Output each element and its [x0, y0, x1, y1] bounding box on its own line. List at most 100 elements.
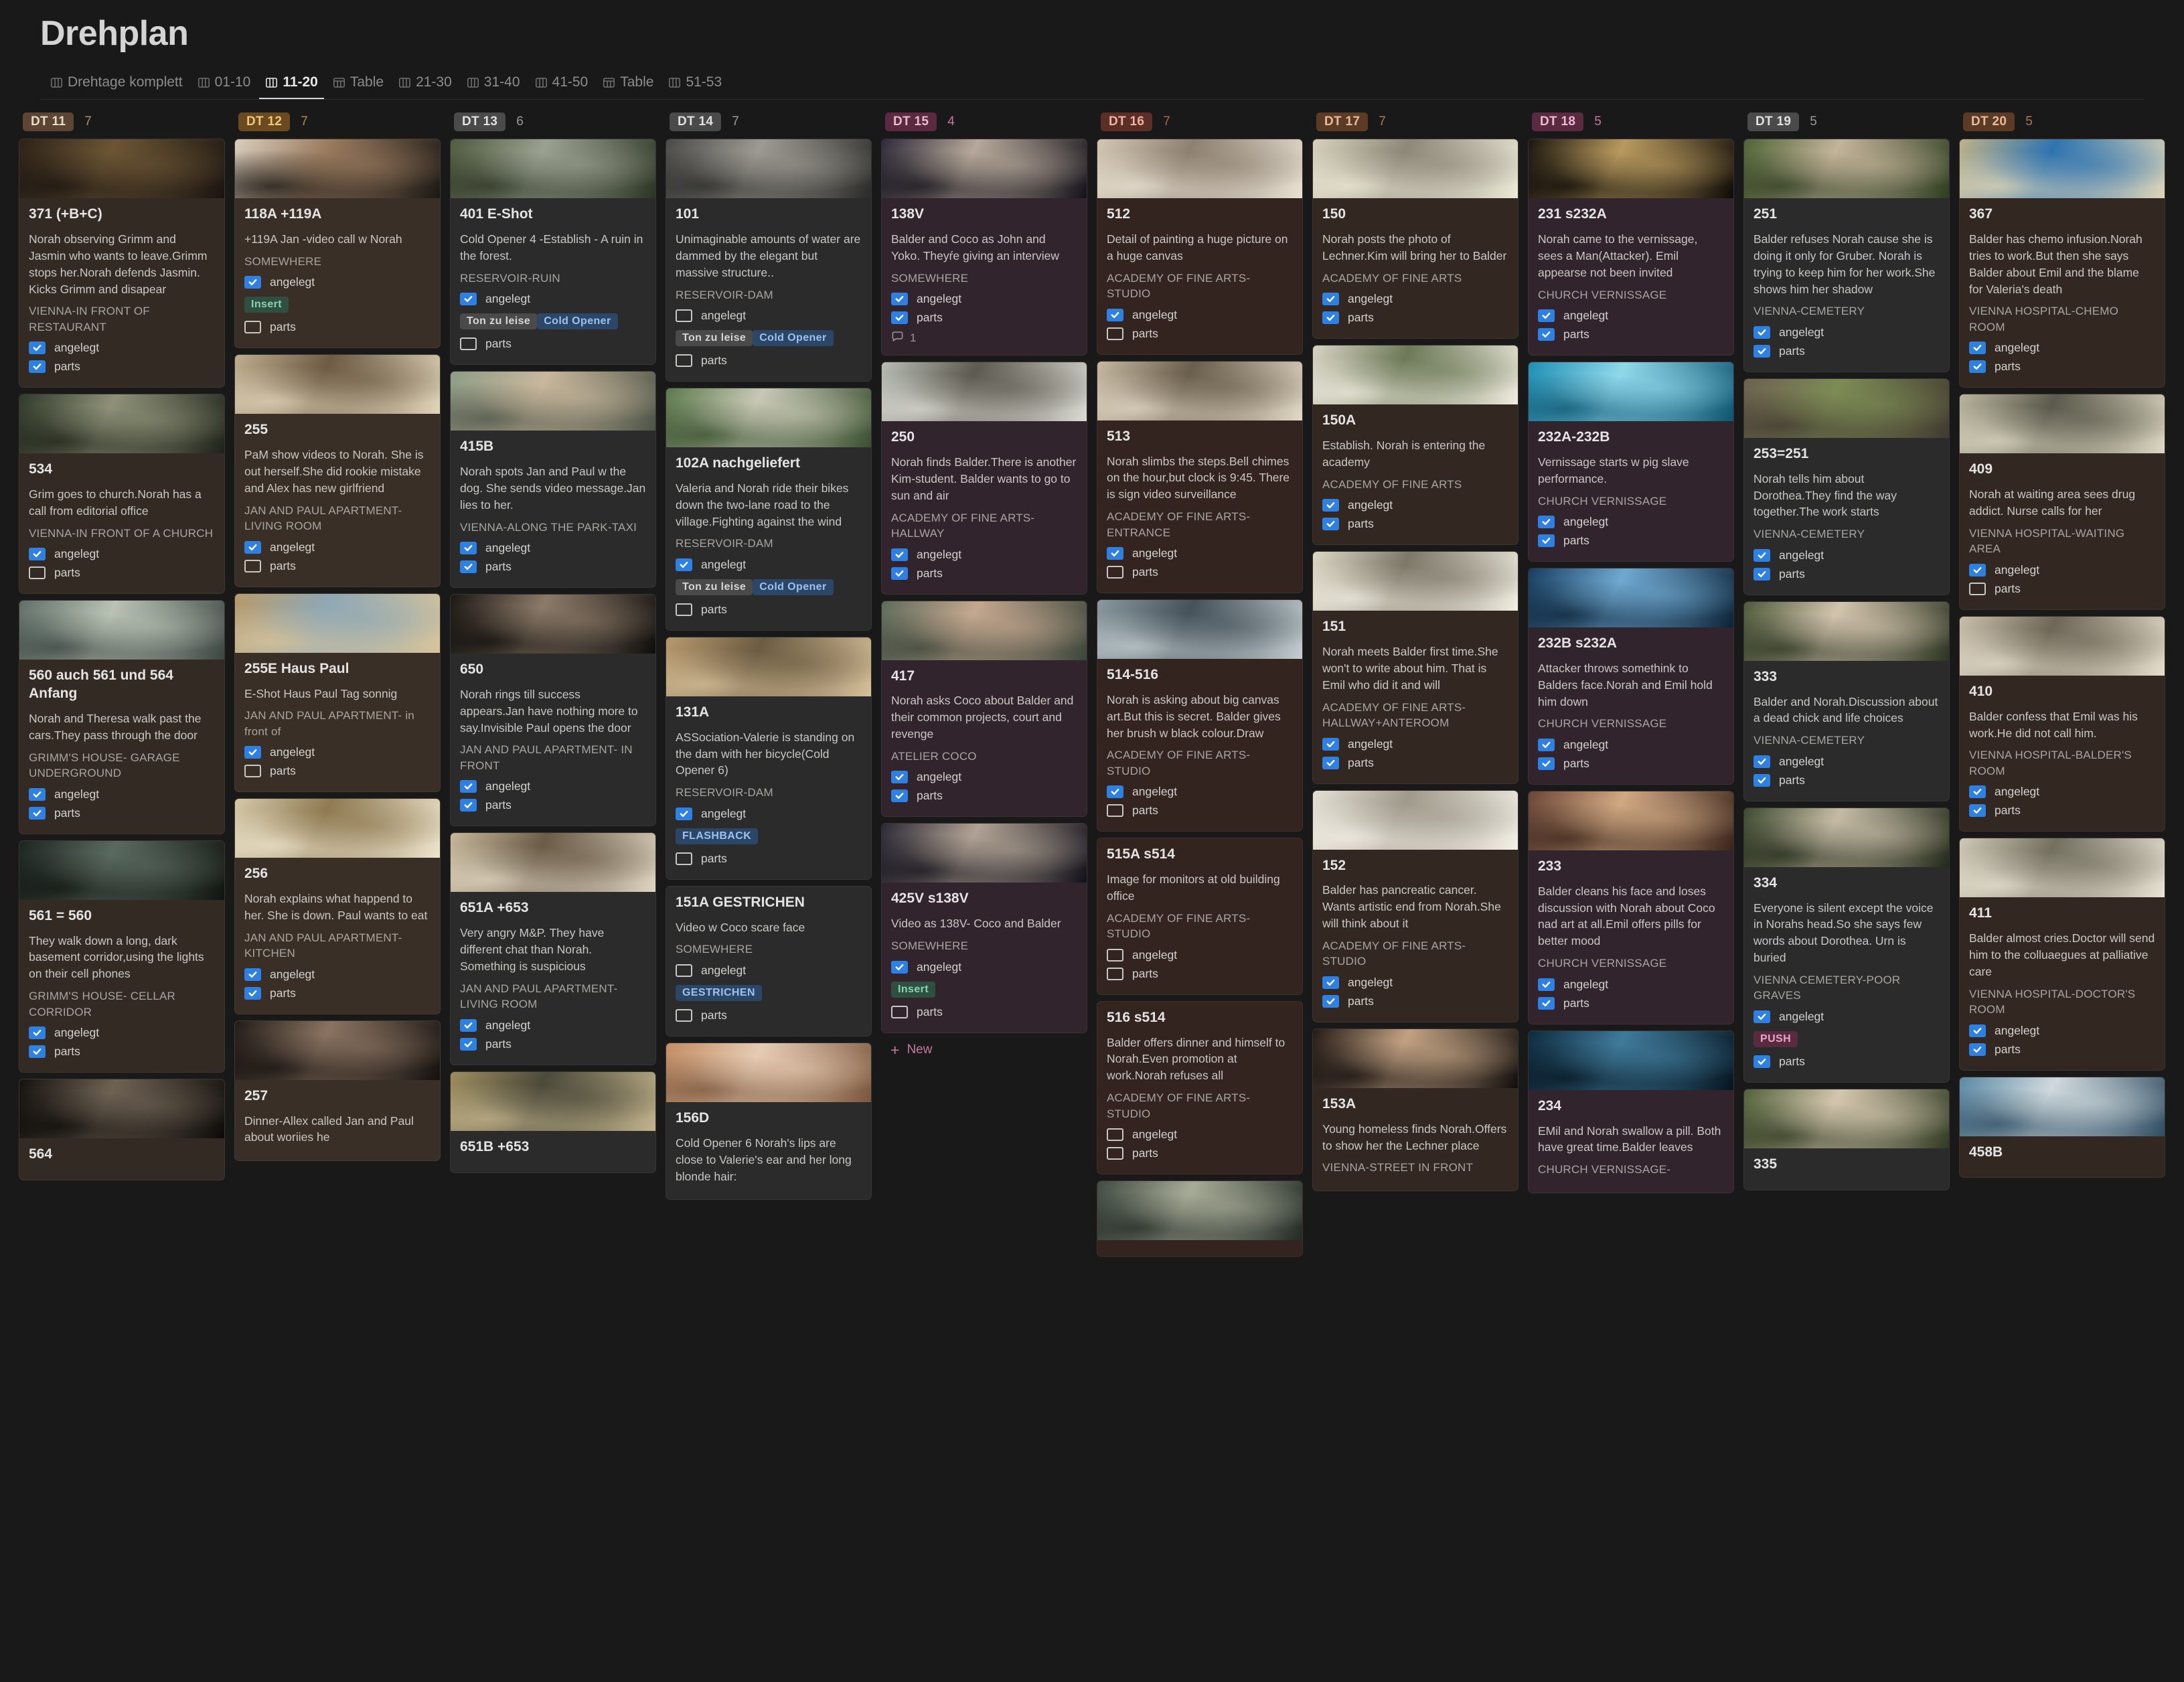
board-card[interactable]: 102A nachgeliefert Valeria and Norah ride… — [666, 388, 872, 631]
column-header[interactable]: DT 14 7 — [666, 110, 872, 133]
parts-row[interactable]: parts — [1969, 804, 2155, 818]
board-card[interactable]: 334 Everyone is silent except the voice i… — [1743, 807, 1950, 1083]
board-card[interactable]: 417 Norah asks Coco about Balder and thei… — [881, 600, 1087, 818]
parts-row[interactable]: parts — [460, 798, 646, 812]
parts-row[interactable]: parts — [891, 311, 1077, 325]
angelegt-checkbox[interactable] — [1322, 737, 1339, 751]
parts-checkbox[interactable] — [1107, 804, 1123, 818]
angelegt-row[interactable]: angelegt — [460, 779, 646, 793]
view-tab-11-20[interactable]: 11-20 — [259, 70, 324, 100]
card-tag[interactable]: Ton zu leise — [676, 330, 753, 347]
angelegt-checkbox[interactable] — [1322, 293, 1339, 306]
board-card[interactable]: 513 Norah slimbs the steps.Bell chimes on… — [1097, 360, 1303, 593]
parts-row[interactable]: parts — [1969, 582, 2155, 596]
board-card[interactable]: 231 s232A Norah came to the vernissage, s… — [1528, 139, 1734, 356]
angelegt-row[interactable]: angelegt — [891, 960, 1077, 974]
parts-row[interactable]: parts — [1322, 994, 1508, 1008]
parts-row[interactable]: parts — [29, 1045, 215, 1059]
angelegt-checkbox[interactable] — [460, 1018, 477, 1032]
card-tag[interactable]: Ton zu leise — [460, 313, 538, 330]
board-card[interactable]: 415B Norah spots Jan and Paul w the dog. … — [450, 371, 656, 589]
board-card[interactable]: 232A-232B Vernissage starts w pig slave p… — [1528, 362, 1734, 562]
column-header[interactable]: DT 11 7 — [19, 110, 225, 133]
board-card[interactable]: 411 Balder almost cries.Doctor will send … — [1959, 838, 2165, 1071]
parts-row[interactable]: parts — [1753, 773, 1940, 787]
angelegt-row[interactable]: angelegt — [244, 540, 431, 554]
parts-row[interactable]: parts — [1753, 567, 1940, 581]
angelegt-row[interactable]: angelegt — [1538, 978, 1724, 992]
angelegt-row[interactable]: angelegt — [1969, 563, 2155, 577]
view-tab-41-50[interactable]: 41-50 — [529, 70, 595, 99]
angelegt-row[interactable]: angelegt — [891, 770, 1077, 784]
board-card[interactable] — [1097, 1180, 1303, 1257]
angelegt-row[interactable]: angelegt — [891, 548, 1077, 562]
angelegt-checkbox[interactable] — [1107, 308, 1123, 321]
board-card[interactable]: 256 Norah explains what happend to her. S… — [234, 798, 441, 1014]
angelegt-checkbox[interactable] — [1753, 325, 1770, 339]
angelegt-checkbox[interactable] — [460, 780, 477, 793]
parts-checkbox[interactable] — [1107, 967, 1123, 980]
parts-checkbox[interactable] — [244, 986, 261, 1000]
board-card[interactable]: 150A Establish. Norah is entering the aca… — [1312, 345, 1518, 546]
parts-row[interactable]: parts — [1107, 327, 1293, 341]
angelegt-checkbox[interactable] — [676, 964, 692, 977]
parts-row[interactable]: parts — [29, 806, 215, 820]
board-card[interactable]: 335 — [1743, 1088, 1950, 1191]
board-card[interactable]: 650 Norah rings till success appears.Jan … — [450, 594, 656, 827]
angelegt-row[interactable]: angelegt — [460, 541, 646, 555]
angelegt-checkbox[interactable] — [1753, 755, 1770, 768]
parts-row[interactable]: parts — [891, 566, 1077, 581]
parts-row[interactable]: parts — [1322, 311, 1508, 325]
angelegt-checkbox[interactable] — [676, 558, 692, 571]
angelegt-checkbox[interactable] — [29, 548, 46, 561]
parts-checkbox[interactable] — [460, 560, 477, 574]
angelegt-checkbox[interactable] — [244, 746, 261, 759]
view-tab-31-40[interactable]: 31-40 — [461, 70, 526, 99]
board-card[interactable]: 101 Unimaginable amounts of water are dam… — [666, 139, 872, 382]
parts-checkbox[interactable] — [1969, 360, 1986, 374]
parts-checkbox[interactable] — [1753, 773, 1770, 787]
board-card[interactable]: 233 Balder cleans his face and loses disc… — [1528, 790, 1734, 1024]
board-card[interactable]: 131A ASSociation-Valerie is standing on t… — [666, 636, 872, 880]
board-card[interactable]: 152 Balder has pancreatic cancer. Wants a… — [1312, 789, 1518, 1022]
angelegt-checkbox[interactable] — [244, 276, 261, 289]
view-tab-51-53[interactable]: 51-53 — [662, 70, 728, 99]
angelegt-row[interactable]: angelegt — [29, 1026, 215, 1040]
board-card[interactable]: 257 Dinner-Allex called Jan and Paul abou… — [234, 1020, 441, 1162]
angelegt-checkbox[interactable] — [460, 542, 477, 555]
board-card[interactable]: 333 Balder and Norah.Discussion about a d… — [1743, 601, 1950, 801]
parts-row[interactable]: parts — [244, 320, 431, 334]
view-tab-drehtage-komplett[interactable]: Drehtage komplett — [44, 70, 189, 99]
angelegt-checkbox[interactable] — [1538, 309, 1555, 323]
board-card[interactable]: 255E Haus Paul E-Shot Haus Paul Tag sonni… — [234, 593, 441, 793]
parts-checkbox[interactable] — [29, 806, 46, 820]
board-card[interactable]: 234 EMil and Norah swallow a pill. Both h… — [1528, 1030, 1734, 1193]
angelegt-row[interactable]: angelegt — [1107, 785, 1293, 799]
angelegt-row[interactable]: angelegt — [676, 558, 862, 572]
board-card[interactable]: 371 (+B+C) Norah observing Grimm and Jasm… — [19, 139, 225, 388]
angelegt-row[interactable]: angelegt — [29, 787, 215, 801]
parts-checkbox[interactable] — [1538, 757, 1555, 770]
card-tag[interactable]: PUSH — [1753, 1030, 1798, 1047]
board-card[interactable]: 253=251 Norah tells him about Dorothea.Th… — [1743, 378, 1950, 595]
board-card[interactable]: 150 Norah posts the photo of Lechner.Kim … — [1312, 139, 1518, 339]
angelegt-row[interactable]: angelegt — [460, 292, 646, 306]
parts-row[interactable]: parts — [676, 1008, 862, 1022]
angelegt-checkbox[interactable] — [1969, 785, 1986, 799]
angelegt-row[interactable]: angelegt — [676, 807, 862, 821]
parts-checkbox[interactable] — [460, 1037, 477, 1051]
parts-checkbox[interactable] — [891, 566, 908, 580]
add-new-card-button[interactable]: + New — [881, 1035, 1087, 1066]
column-header[interactable]: DT 18 5 — [1528, 110, 1734, 133]
parts-row[interactable]: parts — [29, 566, 215, 580]
angelegt-row[interactable]: angelegt — [1322, 976, 1508, 990]
parts-checkbox[interactable] — [1969, 1043, 1986, 1056]
angelegt-row[interactable]: angelegt — [244, 968, 431, 982]
board-card[interactable]: 401 E-Shot Cold Opener 4 -Establish - A r… — [450, 139, 656, 366]
angelegt-row[interactable]: angelegt — [29, 547, 215, 561]
angelegt-checkbox[interactable] — [891, 548, 908, 561]
parts-row[interactable]: parts — [1969, 1043, 2155, 1057]
board-card[interactable]: 153A Young homeless finds Norah.Offers to… — [1312, 1028, 1518, 1191]
parts-checkbox[interactable] — [891, 789, 908, 803]
card-tag[interactable]: Insert — [891, 981, 935, 998]
